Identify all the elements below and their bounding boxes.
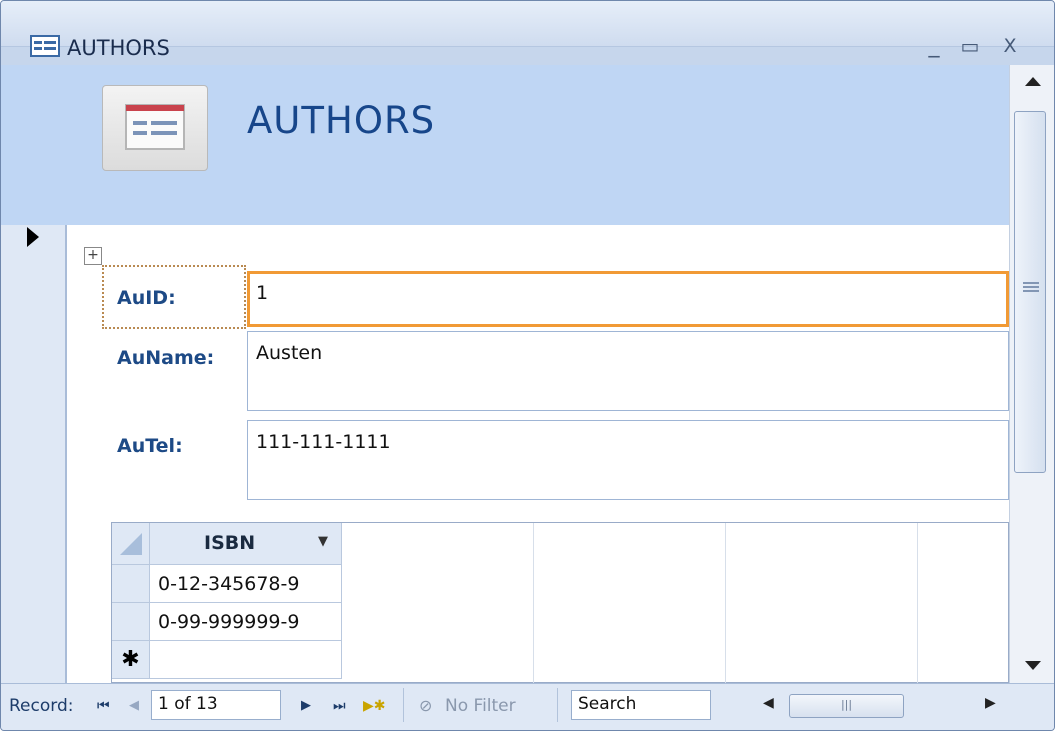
title-bar[interactable]: AUTHORS _ ▭ X [1, 1, 1054, 60]
new-record-row-selector[interactable]: ✱ [112, 641, 150, 679]
auname-field[interactable]: Austen [247, 331, 1009, 411]
autel-field[interactable]: 111-111-1111 [247, 420, 1009, 500]
first-record-icon[interactable]: ⏮ [97, 698, 110, 714]
auid-field[interactable]: 1 [247, 271, 1009, 327]
auname-label: AuName: [117, 347, 215, 369]
next-record-icon[interactable]: ▶ [301, 698, 311, 713]
scroll-left-icon[interactable]: ◀ [763, 695, 774, 711]
form-icon [125, 104, 185, 150]
divider [557, 688, 558, 722]
select-all-corner[interactable] [112, 523, 150, 565]
isbn-column-label: ISBN [204, 532, 256, 554]
record-label: Record: [9, 696, 74, 716]
close-button[interactable]: X [995, 31, 1025, 61]
prev-record-icon[interactable]: ◀ [129, 698, 139, 713]
minimize-button[interactable]: _ [919, 31, 949, 61]
filter-icon[interactable]: ⊘ [419, 696, 432, 715]
record-selector[interactable] [1, 225, 67, 683]
record-navigation-bar: Record: ⏮ ◀ 1 of 13 ▶ ⏭ ▶✱ ⊘ No Filter S… [1, 683, 1054, 730]
isbn-cell[interactable]: 0-99-999999-9 [150, 603, 342, 641]
scroll-down-icon[interactable] [1025, 661, 1041, 670]
autel-label: AuTel: [117, 435, 183, 457]
maximize-button[interactable]: ▭ [955, 31, 985, 61]
window-title: AUTHORS [67, 36, 170, 60]
last-record-icon[interactable]: ⏭ [333, 698, 346, 714]
chevron-down-icon[interactable]: ▼ [318, 534, 328, 549]
books-subform[interactable]: ISBN ▼ 0-12-345678-9 0-99-999999-9 ✱ [111, 522, 1009, 684]
horizontal-scrollbar[interactable]: ◀ ||| ▶ [759, 694, 1014, 718]
scroll-thumb[interactable] [1014, 111, 1046, 473]
row-selector[interactable] [112, 565, 150, 603]
layout-move-handle-icon[interactable]: + [84, 247, 102, 265]
new-record-icon[interactable]: ▶✱ [363, 698, 386, 714]
horizontal-scroll-thumb[interactable]: ||| [789, 694, 904, 718]
form-icon [30, 35, 60, 57]
isbn-cell[interactable]: 0-12-345678-9 [150, 565, 342, 603]
empty-column [342, 523, 534, 684]
no-filter-button[interactable]: No Filter [445, 696, 516, 716]
form-header: AUTHORS [1, 65, 1009, 225]
row-selector[interactable] [112, 603, 150, 641]
divider [403, 688, 404, 722]
search-input[interactable]: Search [571, 690, 711, 720]
scroll-right-icon[interactable]: ▶ [985, 695, 996, 711]
vertical-scrollbar[interactable] [1009, 65, 1054, 683]
detail-section: + AuID: 1 AuName: Austen AuTel: 111-111-… [1, 225, 1009, 684]
scroll-up-icon[interactable] [1025, 77, 1041, 86]
auid-label: AuID: [117, 287, 176, 309]
new-isbn-cell[interactable] [150, 641, 342, 679]
empty-column [726, 523, 918, 684]
form-logo [102, 85, 208, 171]
record-position-field[interactable]: 1 of 13 [151, 690, 281, 720]
form-title: AUTHORS [247, 99, 436, 142]
form-window: AUTHORS _ ▭ X AUTHORS + AuID: 1 AuName: … [0, 0, 1055, 731]
empty-column [534, 523, 726, 684]
current-record-arrow-icon [27, 227, 39, 247]
isbn-column-header[interactable]: ISBN ▼ [150, 523, 342, 565]
